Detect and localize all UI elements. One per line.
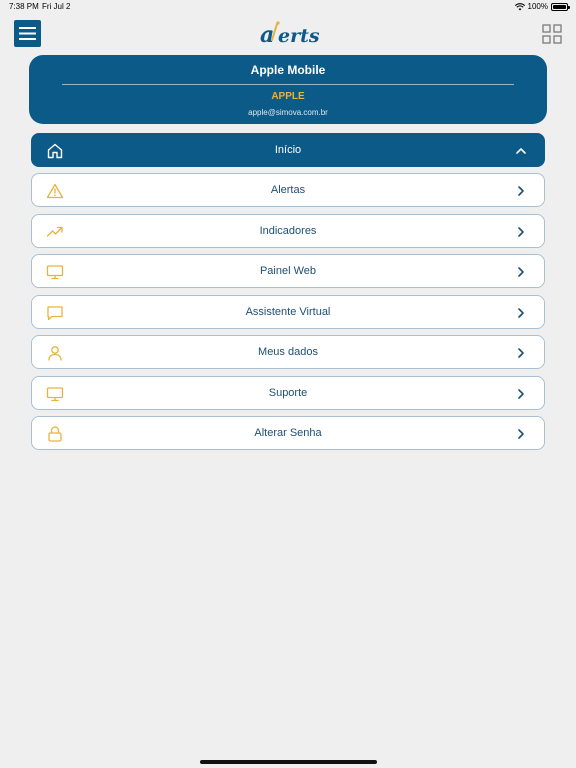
chevron-right-icon	[518, 308, 524, 318]
svg-text:a: a	[260, 22, 274, 48]
svg-text:erts: erts	[278, 25, 320, 47]
menu-item-alertas[interactable]: Alertas	[31, 173, 545, 207]
menu-item-assistente-virtual[interactable]: Assistente Virtual	[31, 295, 545, 329]
chevron-right-icon	[518, 267, 524, 277]
menu-item-label: Alertas	[270, 184, 306, 196]
menu-item-painel-web[interactable]: Painel Web	[31, 254, 545, 288]
menu-item-label: Alterar Senha	[254, 427, 322, 439]
menu-item-label: Assistente Virtual	[245, 306, 331, 318]
hamburger-menu-button[interactable]	[14, 20, 41, 47]
status-bar: 7:38 PM Fri Jul 2 100%	[0, 0, 576, 14]
alerts-logo-icon: a erts	[260, 21, 320, 48]
chevron-up-icon	[516, 148, 526, 154]
status-date: Fri Jul 2	[42, 2, 71, 11]
chevron-right-icon	[518, 227, 524, 237]
profile-email: apple@simova.com.br	[248, 108, 328, 117]
home-indicator[interactable]	[200, 760, 377, 764]
menu-item-label: Meus dados	[258, 346, 318, 358]
menu-item-label: Painel Web	[259, 265, 317, 277]
menu-item-label: Indicadores	[259, 225, 317, 237]
grid-icon	[542, 24, 562, 44]
menu-item-label: Início	[274, 144, 302, 156]
hamburger-icon	[19, 27, 36, 40]
chevron-right-icon	[518, 186, 524, 196]
chevron-right-icon	[518, 389, 524, 399]
profile-company: APPLE	[271, 91, 305, 102]
menu-item-meus-dados[interactable]: Meus dados	[31, 335, 545, 369]
battery-percent: 100%	[527, 2, 548, 11]
menu-item-suporte[interactable]: Suporte	[31, 376, 545, 410]
menu-item-label: Suporte	[268, 387, 308, 399]
profile-divider	[62, 84, 514, 85]
battery-icon	[551, 2, 570, 11]
wifi-icon	[514, 2, 525, 10]
menu-item-inicio[interactable]: Início	[31, 133, 545, 167]
status-indicators: 100%	[514, 2, 570, 11]
profile-name: Apple Mobile	[250, 63, 326, 77]
menu-item-indicadores[interactable]: Indicadores	[31, 214, 545, 248]
menu-item-alterar-senha[interactable]: Alterar Senha	[31, 416, 545, 450]
chevron-right-icon	[518, 429, 524, 439]
status-time: 7:38 PM	[9, 2, 39, 11]
app-logo: a erts	[258, 20, 320, 48]
chevron-right-icon	[518, 348, 524, 358]
grid-view-button[interactable]	[542, 24, 562, 44]
profile-card: Apple Mobile APPLE apple@simova.com.br	[29, 55, 547, 124]
